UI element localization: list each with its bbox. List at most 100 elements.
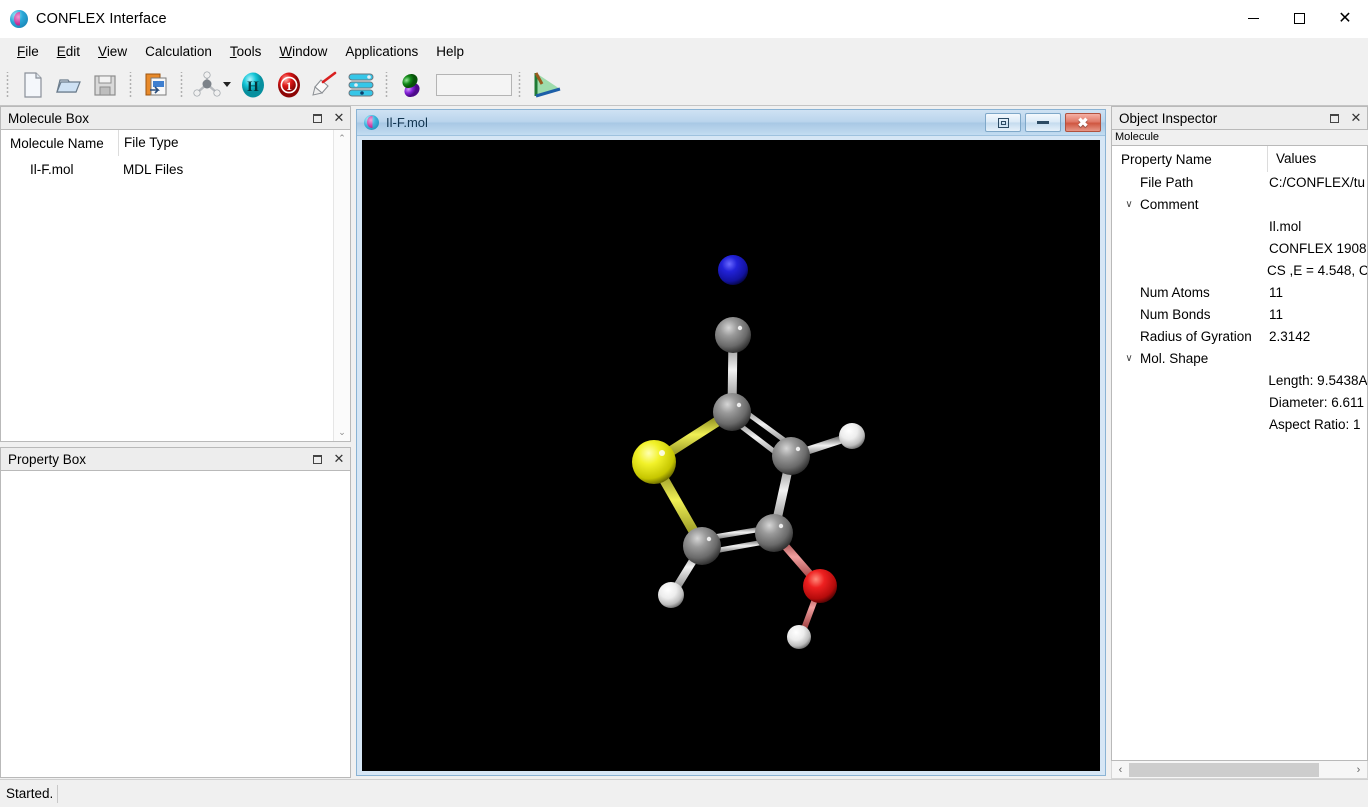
menu-calculation[interactable]: Calculation <box>136 41 221 62</box>
molecule-box-title: Molecule Box <box>8 110 90 126</box>
svg-text:H: H <box>247 79 259 95</box>
atom-carbon <box>715 317 751 353</box>
object-inspector-horizontal-scrollbar[interactable]: ‹ › <box>1111 761 1368 779</box>
atom-carbon <box>683 527 721 565</box>
table-row[interactable]: ∨ Comment <box>1112 194 1367 216</box>
chevron-down-icon[interactable] <box>223 82 231 87</box>
menu-window[interactable]: Window <box>270 41 336 62</box>
scroll-right-icon[interactable]: › <box>1350 764 1367 776</box>
axis-tripod-icon[interactable] <box>527 68 567 102</box>
toolbar-grip-5[interactable] <box>516 71 524 98</box>
toolbar-grip-2[interactable] <box>127 71 135 98</box>
conflex-logo-icon <box>10 9 28 28</box>
menu-edit[interactable]: Edit <box>48 41 89 62</box>
property-name: Num Atoms <box>1140 285 1210 300</box>
property-box-float-button[interactable] <box>306 449 328 469</box>
chevron-down-icon[interactable]: ∨ <box>1122 194 1136 216</box>
table-row[interactable]: File Path C:/CONFLEX/tu <box>1112 172 1367 194</box>
property-value: C:/CONFLEX/tu <box>1269 175 1366 190</box>
column-header-property-name[interactable]: Property Name <box>1112 152 1267 167</box>
stacked-list-icon[interactable] <box>343 68 379 102</box>
status-message: Started. <box>6 786 54 801</box>
window-close-button[interactable]: ✕ <box>1322 0 1368 38</box>
pen-draw-icon[interactable] <box>307 68 343 102</box>
toolbar-grip-4[interactable] <box>383 71 391 98</box>
atom-carbon <box>772 437 810 475</box>
column-header-values[interactable]: Values <box>1267 146 1367 172</box>
toolbar-grip-3[interactable] <box>178 71 186 98</box>
property-name-label: Mol. Shape <box>1140 351 1209 366</box>
hydrogen-atom-icon[interactable]: H <box>235 68 271 102</box>
numbered-atom-icon[interactable]: 1 <box>271 68 307 102</box>
scroll-thumb[interactable] <box>1129 762 1319 777</box>
property-value: 11 <box>1269 285 1284 300</box>
property-name: ∨ Mol. Shape <box>1112 348 1267 370</box>
molecule-box-close-button[interactable]: ✕ <box>328 108 350 128</box>
atom-carbon <box>713 393 751 431</box>
column-header-molecule-name[interactable]: Molecule Name <box>1 136 118 151</box>
molecule-view-window: Il-F.mol ✖ <box>356 109 1106 776</box>
table-row[interactable]: Num Atoms 11 <box>1112 282 1367 304</box>
scroll-up-icon[interactable]: ⌃ <box>338 130 346 147</box>
mdi-restore-button[interactable] <box>985 113 1021 132</box>
property-box-panel: Property Box ✕ <box>0 447 351 778</box>
comment-line: CONFLEX 1908 <box>1269 241 1367 256</box>
table-row: Length: 9.5438A <box>1112 370 1367 392</box>
property-name: File Path <box>1140 175 1194 190</box>
mdi-minimize-button[interactable] <box>1025 113 1061 132</box>
property-value: 2.3142 <box>1269 329 1311 344</box>
molecule-box-header: Molecule Box ✕ <box>0 106 351 130</box>
menu-applications[interactable]: Applications <box>336 41 427 62</box>
menu-view[interactable]: View <box>89 41 136 62</box>
export-document-icon[interactable] <box>138 68 174 102</box>
column-header-file-type[interactable]: File Type <box>118 130 333 156</box>
shape-line: Diameter: 6.611 <box>1269 395 1365 410</box>
property-box-header: Property Box ✕ <box>0 447 351 471</box>
molecule-box-vertical-scrollbar[interactable]: ⌃ ⌄ <box>333 130 350 441</box>
chevron-down-icon[interactable]: ∨ <box>1122 348 1136 370</box>
object-inspector-subtitle: Molecule <box>1111 130 1368 145</box>
two-spheres-icon[interactable] <box>394 68 430 102</box>
window-title: CONFLEX Interface <box>36 10 167 27</box>
molecule-view-titlebar[interactable]: Il-F.mol ✖ <box>357 110 1105 136</box>
mdi-close-button[interactable]: ✖ <box>1065 113 1101 132</box>
atom-oxygen <box>803 569 837 603</box>
property-name: Radius of Gyration <box>1140 329 1252 344</box>
open-folder-icon[interactable] <box>51 68 87 102</box>
toolbar-grip[interactable] <box>4 71 12 98</box>
molecule-3d-render <box>632 255 865 649</box>
scroll-track[interactable] <box>334 147 350 424</box>
table-row[interactable]: ∨ Mol. Shape <box>1112 348 1367 370</box>
molecule-box-panel: Molecule Box ✕ Molecule Name File Type I… <box>0 106 351 442</box>
toolbar-combo-input[interactable] <box>436 73 512 96</box>
object-inspector-header: Object Inspector ✕ <box>1111 106 1368 130</box>
property-value: 11 <box>1269 307 1284 322</box>
property-box-close-button[interactable]: ✕ <box>328 449 350 469</box>
molecule-model-icon[interactable] <box>189 68 225 102</box>
scroll-left-icon[interactable]: ‹ <box>1112 764 1129 776</box>
scroll-down-icon[interactable]: ⌄ <box>338 424 346 441</box>
molecule-list-table: Molecule Name File Type Il-F.mol MDL Fil… <box>1 130 333 441</box>
save-floppy-icon[interactable] <box>87 68 123 102</box>
table-row[interactable]: Il-F.mol MDL Files <box>1 156 333 182</box>
table-row[interactable]: Radius of Gyration 2.3142 <box>1112 326 1367 348</box>
scroll-track[interactable] <box>1129 762 1350 778</box>
new-document-icon[interactable] <box>15 68 51 102</box>
window-minimize-button[interactable] <box>1230 0 1276 38</box>
molecule-box-float-button[interactable] <box>306 108 328 128</box>
molecule-list-header: Molecule Name File Type <box>1 130 333 156</box>
object-inspector-title: Object Inspector <box>1119 110 1218 126</box>
atom-hydrogen <box>658 582 684 608</box>
table-row[interactable]: Num Bonds 11 <box>1112 304 1367 326</box>
menu-file[interactable]: File <box>8 41 48 62</box>
object-inspector-close-button[interactable]: ✕ <box>1345 108 1367 128</box>
molecule-3d-viewport[interactable] <box>362 140 1100 771</box>
window-maximize-button[interactable] <box>1276 0 1322 38</box>
shape-line: Length: 9.5438A <box>1268 373 1367 388</box>
window-titlebar: CONFLEX Interface ✕ <box>0 0 1368 38</box>
property-box-body[interactable] <box>0 471 351 778</box>
object-inspector-float-button[interactable] <box>1323 108 1345 128</box>
menu-help[interactable]: Help <box>427 41 473 62</box>
menu-tools[interactable]: Tools <box>221 41 271 62</box>
atom-sulfur <box>632 440 676 484</box>
